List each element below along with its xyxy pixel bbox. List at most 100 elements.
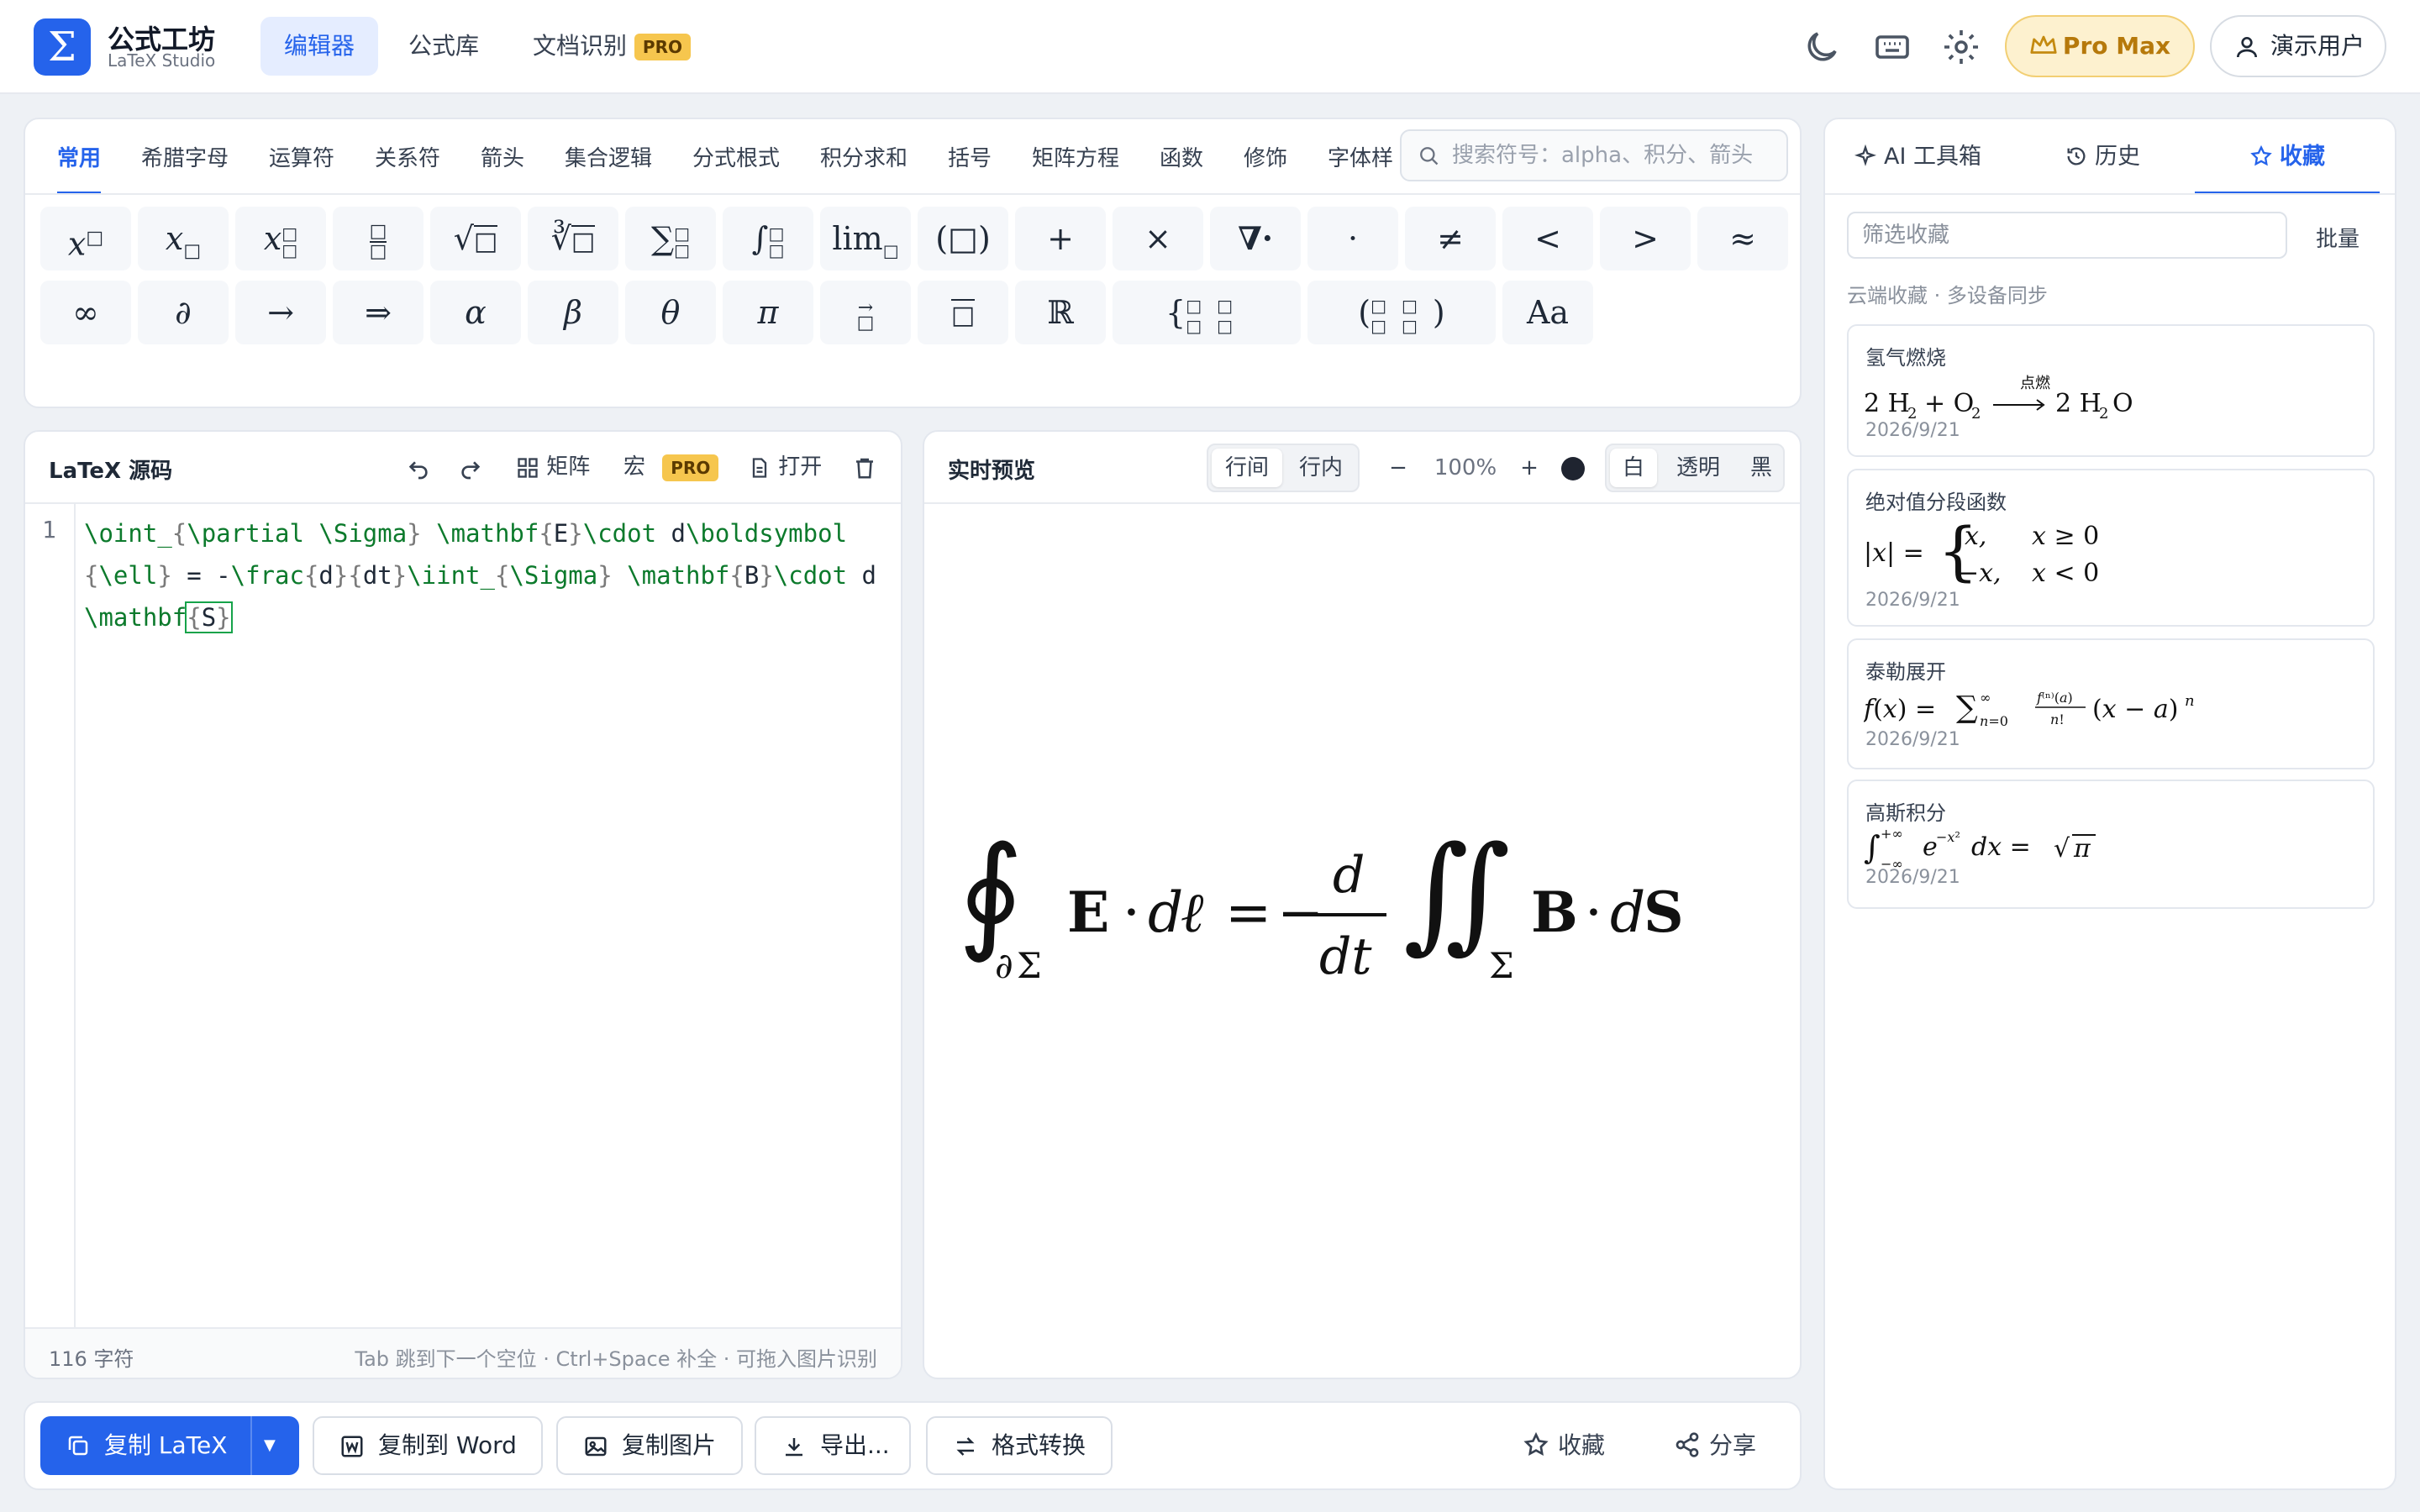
tab-arrows[interactable]: 箭头: [481, 119, 524, 195]
share-button[interactable]: 分享: [1674, 1416, 1756, 1475]
sym-approx[interactable]: ≈: [1697, 207, 1788, 270]
sym-less-than[interactable]: <: [1502, 207, 1593, 270]
sym-pmatrix[interactable]: (□□ □□): [1307, 281, 1496, 344]
copy-icon: [68, 1436, 88, 1456]
color-picker[interactable]: [1561, 457, 1585, 480]
tab-favorites[interactable]: 收藏: [2195, 119, 2380, 195]
undo-button[interactable]: [405, 449, 432, 486]
sym-sqrt[interactable]: √□: [430, 207, 521, 270]
tab-fractions-roots[interactable]: 分式根式: [692, 119, 780, 195]
svg-text:n!: n!: [2050, 711, 2065, 727]
moon-icon[interactable]: [1802, 27, 1842, 67]
mode-display[interactable]: 行间: [1212, 449, 1282, 487]
copy-latex-button[interactable]: 复制 LaTeX ▼: [40, 1416, 299, 1475]
sym-theta[interactable]: θ: [625, 281, 716, 344]
tab-integrals-sums[interactable]: 积分求和: [820, 119, 908, 195]
sym-cdot[interactable]: ·: [1307, 207, 1398, 270]
favorite-card-hydrogen[interactable]: 氢气燃烧 2 H2 + O2 点燃 2 H2O 2026/9/21: [1847, 324, 2375, 457]
symbol-search-input[interactable]: 搜索符号：alpha、积分、箭头: [1400, 129, 1788, 181]
sym-plus[interactable]: +: [1015, 207, 1106, 270]
sym-partial[interactable]: ∂: [138, 281, 229, 344]
keyboard-icon[interactable]: [1872, 27, 1912, 67]
favorite-card-taylor[interactable]: 泰勒展开 f(x) = ∑ ∞ n=0 f⁽ⁿ⁾(a) n! (x − a) n…: [1847, 638, 2375, 769]
copy-image-button[interactable]: 复制图片: [556, 1416, 743, 1475]
svg-text:2: 2: [2099, 405, 2108, 423]
copy-to-word-button[interactable]: 复制到 Word: [313, 1416, 543, 1475]
favorite-card-gaussian-integral[interactable]: 高斯积分 ∫ +∞ −∞ e −x² dx = √ π 2026/9/21: [1847, 780, 2375, 909]
svg-text:∑: ∑: [1956, 690, 1978, 725]
favorites-filter-input[interactable]: 筛选收藏: [1847, 212, 2287, 259]
tab-ai-toolbox[interactable]: AI 工具箱: [1825, 119, 2010, 195]
favorite-card-abs-piecewise[interactable]: 绝对值分段函数 |x| = { x, x ≥ 0 −x, x < 0 2026/…: [1847, 469, 2375, 627]
nav-document-ocr[interactable]: 文档识别 PRO: [509, 17, 714, 76]
favorite-date: 2026/9/21: [1865, 590, 1960, 611]
sym-sub-superscript[interactable]: x□ □: [235, 207, 326, 270]
favorite-button[interactable]: 收藏: [1523, 1416, 1605, 1475]
bg-black[interactable]: 黑: [1739, 449, 1783, 487]
tab-font-styles[interactable]: 字体样: [1328, 119, 1393, 195]
sym-cases[interactable]: {□□ □□: [1113, 281, 1301, 344]
tab-decorations[interactable]: 修饰: [1244, 119, 1287, 195]
sym-reals[interactable]: ℝ: [1015, 281, 1106, 344]
sym-alpha[interactable]: α: [430, 281, 521, 344]
tab-greek[interactable]: 希腊字母: [141, 119, 229, 195]
sym-parentheses[interactable]: (□): [918, 207, 1008, 270]
bg-transparent[interactable]: 透明: [1660, 449, 1736, 487]
redo-button[interactable]: [457, 449, 484, 486]
sym-not-equal[interactable]: ≠: [1405, 207, 1496, 270]
sym-divergence[interactable]: ∇·: [1210, 207, 1301, 270]
format-convert-button[interactable]: 格式转换: [926, 1416, 1113, 1475]
favorite-title: 绝对值分段函数: [1865, 491, 2007, 514]
sym-beta[interactable]: β: [528, 281, 618, 344]
nav-editor[interactable]: 编辑器: [260, 17, 379, 76]
svg-text:O: O: [2112, 389, 2133, 418]
sym-subscript[interactable]: x□: [138, 207, 229, 270]
sym-sum[interactable]: ∑□ □: [625, 207, 716, 270]
sym-greater-than[interactable]: >: [1600, 207, 1691, 270]
tab-matrices[interactable]: 矩阵方程: [1032, 119, 1119, 195]
matrix-button[interactable]: 矩阵: [516, 449, 590, 486]
svg-text:∬: ∬: [1403, 820, 1511, 966]
gear-icon[interactable]: [1941, 27, 1981, 67]
latex-code-input[interactable]: \oint_{\partial \Sigma} \mathbf{E}\cdot …: [84, 512, 891, 638]
sym-integral[interactable]: ∫□ □: [723, 207, 813, 270]
sym-font-style[interactable]: Aa: [1502, 281, 1593, 344]
sym-times[interactable]: ×: [1113, 207, 1203, 270]
tab-common[interactable]: 常用: [57, 119, 102, 195]
tab-history[interactable]: 历史: [2010, 119, 2195, 195]
divider: [924, 502, 1800, 504]
open-file-button[interactable]: 打开: [748, 449, 822, 486]
mode-inline[interactable]: 行内: [1286, 449, 1356, 487]
copy-options-dropdown[interactable]: ▼: [264, 1416, 276, 1475]
tab-relations[interactable]: 关系符: [375, 119, 440, 195]
sym-limit[interactable]: lim□: [820, 207, 911, 270]
zoom-out-button[interactable]: −: [1381, 444, 1415, 492]
sym-vector[interactable]: → □: [820, 281, 911, 344]
svg-text:π: π: [2073, 834, 2091, 864]
pro-max-button[interactable]: Pro Max: [2005, 15, 2195, 77]
editor-status-bar: 116 字符 Tab 跳到下一个空位 · Ctrl+Space 补全 · 可拖入…: [25, 1327, 901, 1378]
user-menu-button[interactable]: 演示用户: [2210, 15, 2386, 77]
document-icon: [752, 457, 767, 478]
tab-operators[interactable]: 运算符: [269, 119, 334, 195]
sym-superscript[interactable]: x□: [40, 207, 131, 270]
sym-right-arrow[interactable]: →: [235, 281, 326, 344]
clear-button[interactable]: [852, 449, 877, 486]
sym-overline[interactable]: □: [918, 281, 1008, 344]
export-button[interactable]: 导出...: [755, 1416, 911, 1475]
bulk-button[interactable]: 批量: [2316, 222, 2360, 253]
sym-nth-root[interactable]: ∛□: [528, 207, 618, 270]
tab-functions[interactable]: 函数: [1160, 119, 1203, 195]
symbol-palette: 常用 希腊字母 运算符 关系符 箭头 集合逻辑 分式根式 积分求和 括号 矩阵方…: [24, 118, 1802, 408]
tab-brackets[interactable]: 括号: [948, 119, 992, 195]
sym-fraction[interactable]: □ □: [333, 207, 424, 270]
bg-white[interactable]: 白: [1610, 449, 1657, 487]
macro-button[interactable]: 宏 PRO: [623, 449, 719, 486]
sym-pi[interactable]: π: [723, 281, 813, 344]
zoom-in-button[interactable]: +: [1512, 444, 1546, 492]
nav-formula-library[interactable]: 公式库: [385, 17, 502, 76]
char-count: 116 字符: [49, 1347, 134, 1371]
sym-implies[interactable]: ⇒: [333, 281, 424, 344]
sym-infinity[interactable]: ∞: [40, 281, 131, 344]
tab-sets-logic[interactable]: 集合逻辑: [565, 119, 652, 195]
